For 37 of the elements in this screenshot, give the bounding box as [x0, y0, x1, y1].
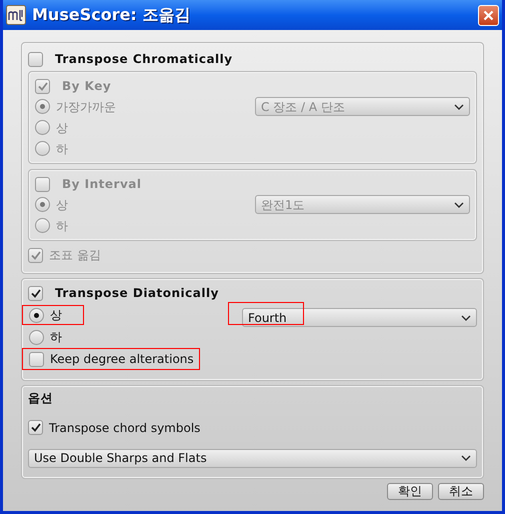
section-title: Transpose Diatonically: [55, 285, 219, 302]
checkmark-icon: [30, 423, 40, 432]
chevron-down-icon: [454, 104, 464, 110]
checkmark-icon: [30, 250, 40, 260]
option-label: 상: [56, 196, 68, 214]
app-logo-icon: [6, 5, 26, 25]
window-title: MuseScore: 조옮김: [32, 4, 190, 26]
option-label: Keep degree alterations: [50, 351, 194, 368]
section-title: 옵션: [28, 390, 53, 406]
checkbox[interactable]: [28, 420, 43, 435]
checkmark-icon: [30, 288, 40, 298]
option-label: 상: [50, 307, 62, 324]
option-label: 상: [56, 120, 68, 136]
chevron-down-icon: [454, 202, 464, 208]
section-title: By Key: [62, 78, 112, 95]
dropdown[interactable]: Use Double Sharps and Flats: [28, 448, 477, 468]
option-label: 하: [56, 218, 68, 234]
section-title: Transpose Chromatically: [55, 51, 233, 68]
close-button[interactable]: [478, 4, 499, 26]
dropdown[interactable]: Fourth: [242, 308, 477, 327]
option-label: 하: [50, 329, 62, 346]
checkbox[interactable]: [29, 352, 44, 366]
chevron-down-icon: [461, 314, 471, 320]
checkbox[interactable]: [28, 52, 43, 66]
section-title: By Interval: [62, 176, 142, 193]
checkmark-icon: [38, 82, 48, 90]
option-label: 하: [56, 140, 68, 158]
option-label: 조표 옮김: [49, 247, 101, 264]
checkbox[interactable]: [28, 286, 43, 300]
dialog-button[interactable]: 취소: [438, 482, 484, 500]
radio-button[interactable]: [29, 308, 44, 322]
dialog-button[interactable]: 확인: [387, 482, 433, 500]
chevron-down-icon: [461, 455, 471, 461]
option-label: Transpose chord symbols: [49, 420, 200, 436]
option-label: 가장가까운: [56, 98, 116, 116]
close-icon: [483, 10, 494, 20]
radio-button[interactable]: [29, 330, 44, 344]
